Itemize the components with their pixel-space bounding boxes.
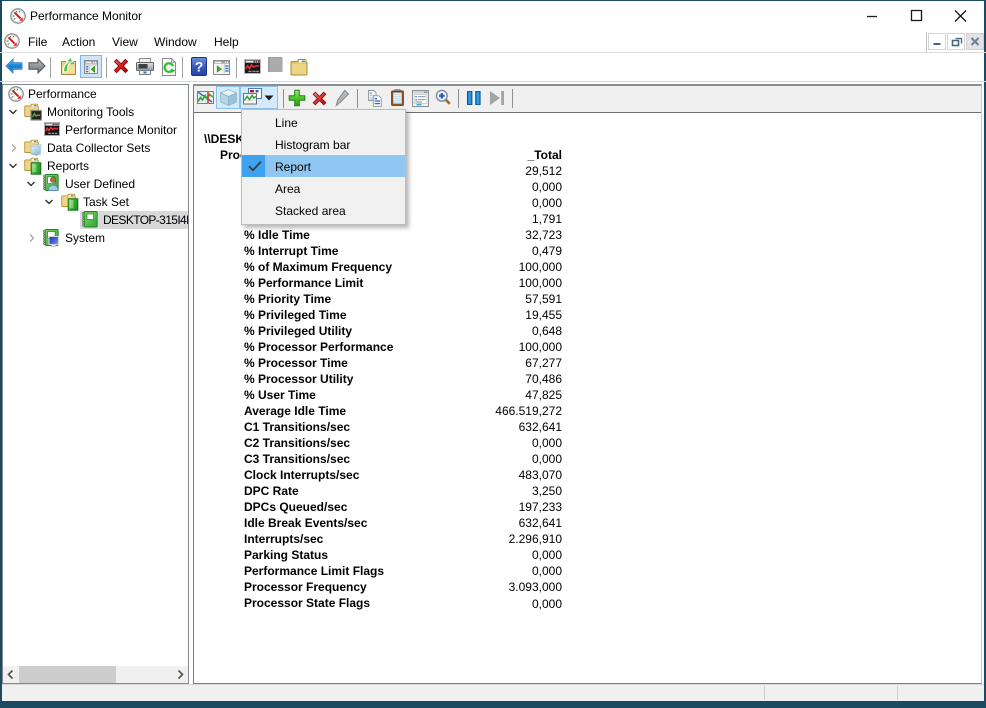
svg-text:?: ? [195, 59, 204, 75]
